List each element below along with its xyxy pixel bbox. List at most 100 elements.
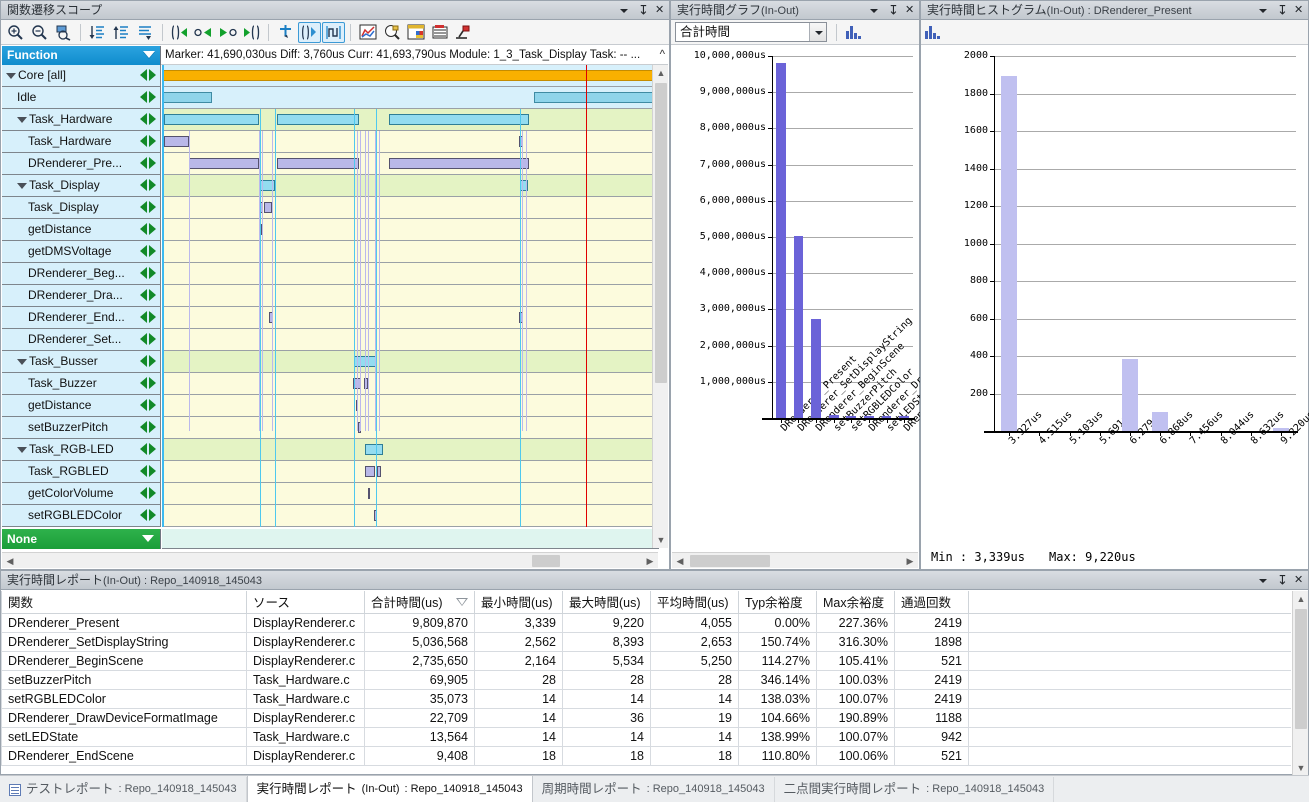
timeline-bar[interactable] (368, 488, 370, 499)
graph-report-icon[interactable] (356, 22, 379, 43)
report-column-header[interactable]: Typ余裕度 (738, 591, 817, 614)
chart-bar[interactable] (811, 318, 821, 418)
timeline-row[interactable] (162, 483, 659, 505)
prev-event-icon[interactable] (140, 113, 147, 125)
jump-next-icon[interactable] (216, 22, 239, 43)
scroll-down-icon[interactable]: ▼ (653, 532, 669, 548)
report-tab[interactable]: テストレポート : Repo_140918_145043 (0, 777, 247, 802)
timeline-row[interactable] (162, 241, 659, 263)
row-nav-arrows[interactable] (140, 157, 156, 169)
row-nav-arrows[interactable] (140, 267, 156, 279)
prev-event-icon[interactable] (140, 69, 147, 81)
timeline-row[interactable] (162, 87, 659, 109)
report-vertical-scrollbar[interactable]: ▲ ▼ (1292, 591, 1308, 776)
timeline-bar[interactable] (374, 510, 377, 521)
prev-event-icon[interactable] (140, 355, 147, 367)
report-table-row[interactable]: DRenderer_EndScene DisplayRenderer.c 9,408… (1, 745, 1291, 766)
graph-close-icon[interactable] (905, 4, 916, 17)
timeline-row[interactable] (162, 439, 659, 461)
timeline-row[interactable] (162, 175, 659, 197)
row-nav-arrows[interactable] (140, 465, 156, 477)
search-report-icon[interactable] (380, 22, 403, 43)
function-tree-row[interactable]: Task_Display (2, 175, 161, 197)
timeline-row[interactable] (162, 373, 659, 395)
hist-pin-icon[interactable] (1276, 4, 1287, 17)
timeline-bar[interactable] (520, 180, 528, 191)
prev-event-icon[interactable] (140, 377, 147, 389)
next-event-icon[interactable] (149, 399, 156, 411)
scope-footer-selector[interactable]: None (2, 529, 161, 549)
timeline-bar[interactable] (269, 312, 273, 323)
waveform-view-icon[interactable] (322, 21, 345, 43)
function-tree-row[interactable]: DRenderer_End... (2, 307, 161, 329)
timeline-row[interactable] (162, 307, 659, 329)
function-tree-row[interactable]: Task_Hardware (2, 131, 161, 153)
scroll-left-icon[interactable]: ◀ (672, 553, 688, 569)
timeline-row[interactable] (162, 329, 659, 351)
list-report-icon[interactable] (428, 22, 451, 43)
next-event-icon[interactable] (149, 91, 156, 103)
scope-status-collapse-icon[interactable]: ^ (660, 46, 665, 64)
scope-horizontal-scrollbar[interactable]: ◀ ▶ (2, 552, 658, 568)
timeline-row[interactable] (162, 417, 659, 439)
timeline-bar[interactable] (264, 202, 272, 213)
next-event-icon[interactable] (149, 377, 156, 389)
zoom-fit-icon[interactable] (52, 22, 75, 43)
prev-event-icon[interactable] (140, 201, 147, 213)
timeline-bar[interactable] (365, 444, 383, 455)
timeline-bar[interactable] (519, 312, 523, 323)
prev-event-icon[interactable] (140, 399, 147, 411)
report-column-header[interactable]: ソース (246, 591, 365, 614)
timeline-gantt-area[interactable] (162, 65, 659, 527)
report-body[interactable]: DRenderer_Present DisplayRenderer.c 9,809,… (1, 612, 1291, 766)
timeline-bar[interactable] (164, 114, 259, 125)
timeline-bar[interactable] (534, 92, 659, 103)
timeline-bar[interactable] (277, 158, 359, 169)
report-table-row[interactable]: setLEDState Task_Hardware.c 13,564 14 14 14 13… (1, 726, 1291, 747)
row-nav-arrows[interactable] (140, 399, 156, 411)
function-tree-row[interactable]: Task_RGBLED (2, 461, 161, 483)
function-tree-row[interactable]: getDMSVoltage (2, 241, 161, 263)
next-event-icon[interactable] (149, 223, 156, 235)
report-column-header[interactable] (968, 591, 1291, 614)
next-event-icon[interactable] (149, 465, 156, 477)
report-column-header[interactable]: 関数 (1, 591, 247, 614)
report-close-icon[interactable] (1294, 574, 1305, 587)
report-tab[interactable]: 周期時間レポート : Repo_140918_145043 (533, 777, 775, 802)
prev-event-icon[interactable] (140, 311, 147, 323)
scope-vscroll-thumb[interactable] (655, 83, 667, 383)
report-table-row[interactable]: setRGBLEDColor Task_Hardware.c 35,073 14 14 1… (1, 688, 1291, 709)
next-event-icon[interactable] (149, 289, 156, 301)
function-tree-row[interactable]: getDistance (2, 219, 161, 241)
timeline-row[interactable] (162, 461, 659, 483)
row-nav-arrows[interactable] (140, 509, 156, 521)
report-column-header[interactable]: 平均時間(us) (650, 591, 739, 614)
function-tree-row[interactable]: Idle (2, 87, 161, 109)
report-table-row[interactable]: DRenderer_DrawDeviceFormatImage DisplayRe… (1, 707, 1291, 728)
report-pin-icon[interactable] (1276, 574, 1287, 587)
transition-view-icon[interactable] (298, 21, 321, 43)
function-tree-row[interactable]: getColorVolume (2, 483, 161, 505)
timeline-row[interactable] (162, 351, 659, 373)
scope-hscroll-thumb[interactable] (532, 555, 560, 567)
scope-menu-icon[interactable] (619, 4, 630, 17)
row-nav-arrows[interactable] (140, 421, 156, 433)
report-column-header[interactable]: 最小時間(us) (474, 591, 563, 614)
scroll-right-icon[interactable]: ▶ (902, 553, 918, 569)
function-column-header[interactable]: Function (2, 46, 161, 65)
next-event-icon[interactable] (149, 355, 156, 367)
row-nav-arrows[interactable] (140, 91, 156, 103)
prev-event-icon[interactable] (140, 289, 147, 301)
twisty-icon[interactable] (6, 72, 16, 79)
prev-event-icon[interactable] (140, 443, 147, 455)
bar-chart-icon[interactable] (925, 25, 941, 39)
next-event-icon[interactable] (149, 135, 156, 147)
next-event-icon[interactable] (149, 267, 156, 279)
graph-horizontal-scrollbar[interactable]: ◀ ▶ (672, 552, 918, 568)
graph-hscroll-thumb[interactable] (690, 555, 770, 567)
chart-bar[interactable] (1121, 359, 1139, 431)
function-tree-row[interactable]: Task_Display (2, 197, 161, 219)
hist-menu-icon[interactable] (1258, 4, 1269, 17)
function-tree-row[interactable]: Task_Buzzer (2, 373, 161, 395)
next-event-icon[interactable] (149, 421, 156, 433)
